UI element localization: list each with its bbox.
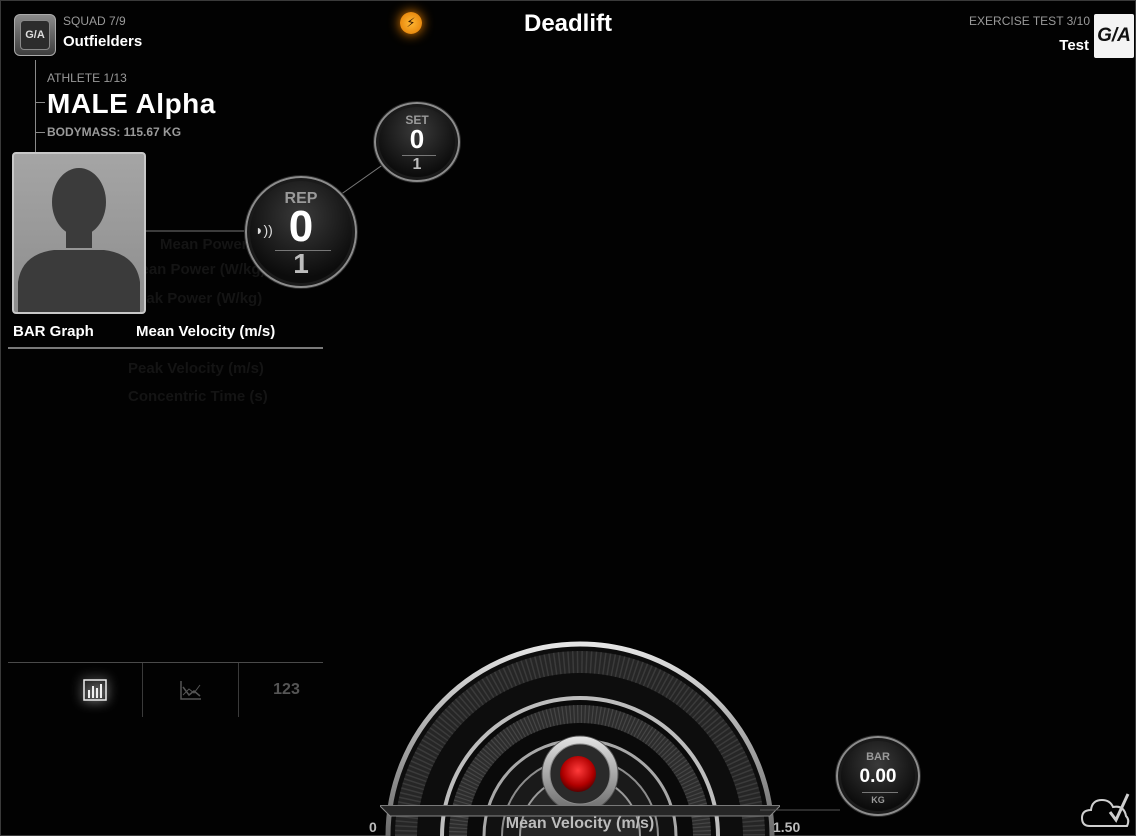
metric-selector[interactable]: Mean Velocity (m/s)	[136, 323, 275, 340]
bar-unit: KG	[871, 795, 885, 805]
metric-divider	[8, 347, 323, 349]
numbers-icon: 123	[273, 681, 300, 698]
graph-type-selector[interactable]: BAR Graph	[13, 323, 94, 340]
ghost-option: Concentric Time (s)	[128, 388, 268, 405]
exercise-title: Deadlift	[523, 10, 612, 37]
line-chart-icon	[179, 681, 201, 700]
set-value: 0	[409, 124, 425, 154]
rep-counter[interactable]: REP 0 1 ◗))	[245, 176, 357, 288]
gauge-indicator	[560, 756, 596, 792]
bar-connector-line	[760, 809, 840, 811]
ghost-option: Peak Velocity (m/s)	[128, 360, 264, 377]
cloud-sync-icon[interactable]	[1080, 790, 1132, 835]
velocity-gauge	[380, 641, 780, 836]
exercise-test-label: EXERCISE TEST 3/10	[969, 14, 1090, 28]
ga-logo[interactable]: G/A	[1094, 14, 1134, 58]
tab-line-graph[interactable]	[143, 663, 238, 717]
exercise-test-name[interactable]: Test	[1059, 37, 1089, 54]
set-total: 1	[412, 156, 422, 173]
rep-total: 1	[293, 248, 309, 279]
bar-chart-icon	[82, 679, 107, 701]
set-counter[interactable]: SET 0 1	[374, 102, 460, 182]
tab-numbers[interactable]: 123	[239, 663, 334, 717]
bar-divider	[862, 792, 898, 793]
bar-value: 0.00	[859, 766, 897, 787]
tab-bar-graph[interactable]	[47, 663, 142, 717]
sound-icon[interactable]: ◗))	[255, 222, 273, 238]
bar-label: BAR	[866, 751, 890, 763]
gauge-metric-label: Mean Velocity (m/s)	[505, 815, 655, 832]
bar-load-display[interactable]: BAR 0.00 KG	[836, 736, 920, 816]
